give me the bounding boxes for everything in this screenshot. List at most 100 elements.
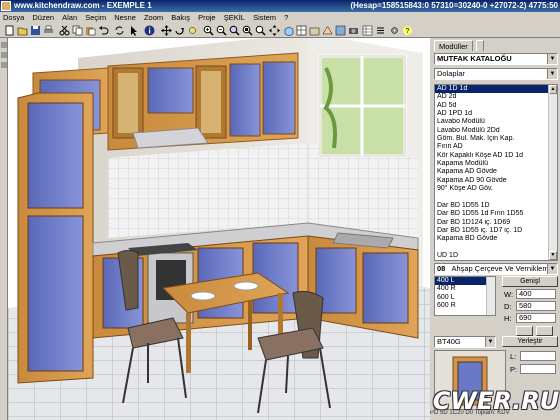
module-list-item[interactable]: Dar BD 1D55 1D: [435, 202, 557, 210]
tab-extra[interactable]: [476, 40, 484, 51]
chevron-down-icon[interactable]: ▼: [547, 54, 557, 64]
module-list-item[interactable]: AD 1PD 1d: [435, 110, 557, 118]
save-icon[interactable]: [29, 24, 41, 36]
menu-sistem[interactable]: Sistem: [250, 12, 279, 23]
tab-modules[interactable]: Modüller: [434, 40, 473, 51]
plan-icon[interactable]: [295, 24, 307, 36]
height-field[interactable]: 690: [516, 313, 556, 323]
chevron-down-icon[interactable]: ▼: [547, 69, 557, 79]
module-list-item[interactable]: Kapama AD Gövde: [435, 168, 557, 176]
option-button-2[interactable]: [536, 326, 553, 336]
perspective-icon[interactable]: [321, 24, 333, 36]
module-list-item[interactable]: Lavabo Modülü: [435, 118, 557, 126]
module-list-item[interactable]: ÜD 1D: [435, 252, 557, 260]
option-button-1[interactable]: [516, 326, 533, 336]
zoom-in-icon[interactable]: [202, 24, 214, 36]
chevron-down-icon[interactable]: ▼: [547, 264, 557, 274]
depth-field[interactable]: 580: [516, 301, 556, 311]
module-list-item[interactable]: AD 1D 1d: [435, 85, 557, 94]
width-list[interactable]: 400 L 400 R 600 L 600 R: [434, 276, 496, 316]
l-field[interactable]: [520, 351, 556, 361]
tool-icon[interactable]: [1, 62, 7, 68]
pan-icon[interactable]: [268, 24, 280, 36]
p-field[interactable]: [520, 364, 556, 374]
table-icon[interactable]: [361, 24, 373, 36]
menu-zoom[interactable]: Zoom: [141, 12, 166, 23]
view-3d-icon[interactable]: [282, 24, 294, 36]
module-list-scrollbar[interactable]: ▲ ▼: [548, 85, 557, 260]
zoom-all-icon[interactable]: [241, 24, 253, 36]
module-list-item[interactable]: Dar BD 1D124 iç. 1D69: [435, 219, 557, 227]
module-list-item[interactable]: Kapama AD 90 Gövde: [435, 177, 557, 185]
menu-alan[interactable]: Alan: [59, 12, 80, 23]
module-list-item[interactable]: AD 2d: [435, 93, 557, 101]
width-field[interactable]: 400: [516, 289, 556, 299]
menu-sekil[interactable]: ŞEKİL: [221, 12, 248, 23]
list-icon[interactable]: [374, 24, 386, 36]
width-list-scrollbar[interactable]: [486, 277, 495, 315]
render-icon[interactable]: [334, 24, 346, 36]
window-title: www.kitchendraw.com - EXEMPLE 1: [14, 1, 152, 10]
app-icon: [1, 1, 11, 11]
menu-proje[interactable]: Proje: [195, 12, 219, 23]
rotate-icon[interactable]: [173, 24, 185, 36]
module-list-item[interactable]: Göm. Bul. Mak. İçin Kap.: [435, 135, 557, 143]
3d-viewport[interactable]: [8, 38, 430, 420]
p-label: P:: [510, 365, 518, 374]
place-button[interactable]: Yerleştir: [502, 336, 558, 347]
settings-icon[interactable]: [388, 24, 400, 36]
module-list-item[interactable]: Kapama BD Gövde: [435, 235, 557, 243]
info-icon[interactable]: [143, 24, 155, 36]
move-icon[interactable]: [160, 24, 172, 36]
category-value: Dolaplar: [437, 69, 465, 78]
module-list-item[interactable]: Kör Kapaklı Köşe AD 1D 1d: [435, 152, 557, 160]
menu-nesne[interactable]: Nesne: [111, 12, 139, 23]
module-list-item[interactable]: [435, 193, 557, 201]
scroll-down-icon[interactable]: ▼: [549, 251, 557, 260]
cut-icon[interactable]: [58, 24, 70, 36]
menu-help[interactable]: ?: [281, 12, 291, 23]
module-list-item[interactable]: 90° Köşe AD Göv.: [435, 185, 557, 193]
light-icon[interactable]: [186, 24, 198, 36]
zoom-area-icon[interactable]: [228, 24, 240, 36]
menu-bakis[interactable]: Bakış: [168, 12, 193, 23]
module-list-item[interactable]: Fırın AD: [435, 143, 557, 151]
menu-dosya[interactable]: Dosya: [0, 12, 27, 23]
material-select[interactable]: 08 Ahşap Çerçeve Ve Vernikleme ▼: [434, 263, 558, 275]
menu-duzen[interactable]: Düzen: [29, 12, 57, 23]
module-list-item[interactable]: Lavabo Modülü 2Dd: [435, 127, 557, 135]
print-icon[interactable]: [42, 24, 54, 36]
status-text: PD 5D 1C20 D0 Toplam: KDV Dahil: 27473: [430, 410, 510, 416]
d-label: D:: [504, 302, 512, 311]
scroll-up-icon[interactable]: ▲: [549, 85, 557, 94]
module-list-item[interactable]: Dar BD 1D55 iç. 1D7 iç. 1D: [435, 227, 557, 235]
chevron-down-icon[interactable]: ▼: [485, 337, 495, 347]
select-icon[interactable]: [128, 24, 140, 36]
elevation-icon[interactable]: [308, 24, 320, 36]
model-select[interactable]: BT40G ▼: [434, 336, 496, 348]
tool-icon[interactable]: [1, 42, 7, 48]
module-list-item[interactable]: AD 5d: [435, 102, 557, 110]
paste-icon[interactable]: [84, 24, 96, 36]
camera-icon[interactable]: [347, 24, 359, 36]
tool-icon[interactable]: [1, 52, 7, 58]
module-list-item[interactable]: Kapama Modülü: [435, 160, 557, 168]
zoom-window-icon[interactable]: [254, 24, 266, 36]
module-list-item[interactable]: [435, 244, 557, 252]
undo-icon[interactable]: [97, 24, 109, 36]
refresh-icon[interactable]: [113, 24, 125, 36]
open-icon[interactable]: [16, 24, 28, 36]
catalog-select[interactable]: MUTFAK KATALOĞU ▼: [434, 53, 558, 65]
l-label: L:: [510, 352, 517, 361]
zoom-out-icon[interactable]: [215, 24, 227, 36]
module-list-item[interactable]: Dar BD 1D55 1d Fırın 1D55: [435, 210, 557, 218]
module-list[interactable]: AD 1D 1d AD 2d AD 5d AD 1PD 1d Lavabo Modülü…: [434, 84, 558, 261]
copy-icon[interactable]: [71, 24, 83, 36]
new-icon[interactable]: [3, 24, 15, 36]
svg-text:?: ?: [405, 28, 409, 35]
category-select[interactable]: Dolaplar ▼: [434, 68, 558, 80]
help-icon[interactable]: ?: [401, 24, 413, 36]
widen-button[interactable]: Genişl: [502, 276, 558, 287]
menu-secim[interactable]: Seçim: [82, 12, 109, 23]
model-value: BT40G: [437, 337, 461, 346]
